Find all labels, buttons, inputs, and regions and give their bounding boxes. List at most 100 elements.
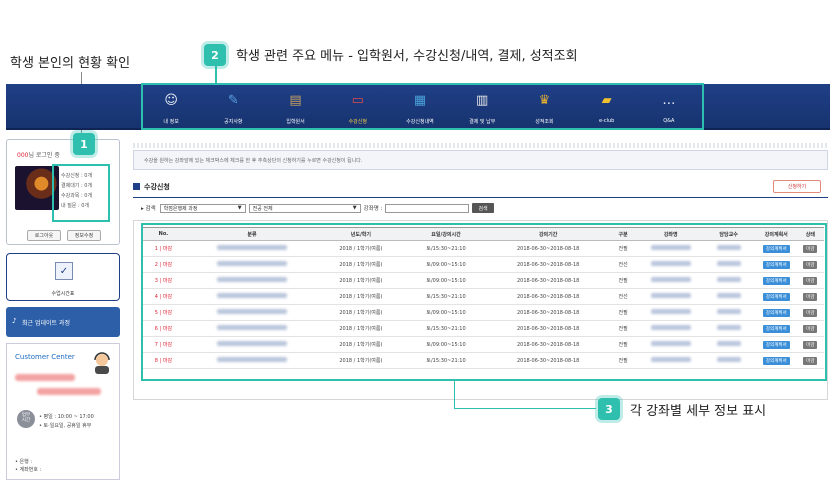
course-name-cell	[640, 288, 702, 305]
syllabus-cell: 강의계획서	[755, 240, 797, 257]
status-cell: 마감	[796, 256, 824, 273]
annotation-left-label: 학생 본인의 현황 확인	[10, 56, 131, 71]
nav-item-label: 공지사항	[224, 119, 243, 125]
schedule-cell: 토/15:30~21:10	[401, 352, 491, 369]
badge-1: 1	[73, 133, 95, 155]
term-cell: 2018 / 1학기(여름)	[320, 336, 402, 353]
notice-bar: 수강을 원하는 강좌앞에 있는 체크박스에 체크를 한 후 추측상단의 신청하기…	[133, 150, 828, 170]
syllabus-button[interactable]: 강의계획서	[762, 292, 790, 301]
account-label: • 계좌번호 :	[15, 467, 42, 473]
table-row: 1 | 마감 2018 / 1학기(여름) 토/15:30~21:10 2018-06…	[143, 240, 824, 257]
column-header: 상태	[796, 227, 824, 241]
syllabus-button[interactable]: 강의계획서	[762, 324, 790, 333]
nav-item-1[interactable]: ✎ 공지사항	[202, 86, 264, 128]
syllabus-cell: 강의계획서	[755, 352, 797, 369]
syllabus-button[interactable]: 강의계획서	[762, 260, 790, 269]
redacted-text	[216, 341, 287, 346]
redacted-text	[650, 261, 691, 266]
user-chat-icon: ☺	[164, 92, 178, 108]
redacted-text	[716, 245, 741, 250]
recent-update-link[interactable]: ♪ 최근 업데이트 과정	[6, 307, 120, 337]
syllabus-button[interactable]: 강의계획서	[762, 308, 790, 317]
notice-icon: ✎	[227, 92, 239, 108]
row-number: 8 | 마감	[143, 352, 184, 369]
nav-item-label: 결제 및 납부	[469, 119, 496, 125]
category-cell	[183, 320, 321, 337]
type-cell: 전필	[606, 336, 641, 353]
syllabus-button[interactable]: 강의계획서	[762, 340, 790, 349]
course-name-input[interactable]	[385, 203, 470, 213]
nav-item-label: 내 정보	[163, 119, 179, 125]
nav-item-4[interactable]: ▦ 수강신청내역	[389, 86, 451, 128]
redacted-text	[716, 309, 741, 314]
nav-item-label: e-club	[598, 118, 615, 124]
calendar-icon: ▥	[476, 92, 489, 108]
category-cell	[183, 240, 321, 257]
schedule-cell: 토/15:30~21:10	[401, 320, 491, 337]
timetable-link[interactable]: ✓ 수업시간표	[6, 253, 120, 301]
course-table: No. 분류 년도/학기 요일/강의시간 강의기간 구분 강좌명 담당교수 강의계획서 상태 1 …	[143, 227, 824, 369]
nav-item-label: 입학원서	[286, 119, 305, 125]
syllabus-button[interactable]: 강의계획서	[762, 244, 790, 253]
term-cell: 2018 / 1학기(여름)	[320, 304, 402, 321]
period-cell: 2018-06-30~2018-08-18	[490, 272, 607, 289]
annotation-bottom-label: 각 강좌별 세부 정보 표시	[630, 404, 767, 419]
schedule-cell: 토/09:00~15:10	[401, 256, 491, 273]
nav-item-6[interactable]: ♛ 성적조회	[513, 86, 575, 128]
category-cell	[183, 288, 321, 305]
trophy-icon: ♛	[538, 92, 551, 108]
redacted-text	[716, 325, 741, 330]
syllabus-button[interactable]: 강의계획서	[762, 356, 790, 365]
term-cell: 2018 / 1학기(여름)	[320, 256, 402, 273]
professor-cell	[701, 288, 756, 305]
nav-item-0[interactable]: ☺ 내 정보	[140, 86, 202, 128]
login-status-panel: 000님 로그인 중 수강신청 : 0개 결제대기 : 0개 수강과목 : 0개…	[6, 139, 120, 245]
stat-courses[interactable]: 수강과목 : 0개	[61, 192, 92, 199]
syllabus-cell: 강의계획서	[755, 320, 797, 337]
logout-button[interactable]: 로그아웃	[27, 230, 61, 241]
nav-item-5[interactable]: ▥ 결제 및 납부	[451, 86, 513, 128]
table-row: 2 | 마감 2018 / 1학기(여름) 토/09:00~15:10 2018-06…	[143, 256, 824, 273]
edit-profile-button[interactable]: 정보수정	[67, 230, 101, 241]
annotation-line-2	[215, 66, 217, 86]
category-cell	[183, 336, 321, 353]
column-header: 담당교수	[701, 227, 756, 241]
main-nav-menu: ☺ 내 정보 ✎ 공지사항 ▤ 입학원서 ▭ 수강신청 ▦ 수강신청내역 ▥ 결제 및 납부 ♛ 성적조회…	[140, 86, 700, 128]
row-number: 7 | 마감	[143, 336, 184, 353]
status-badge: 마감	[803, 276, 818, 285]
schedule-cell: 토/15:30~21:10	[401, 240, 491, 257]
professor-cell	[701, 320, 756, 337]
music-note-icon: ♪	[12, 317, 17, 325]
nav-item-2[interactable]: ▤ 입학원서	[264, 86, 326, 128]
customer-center-panel: Customer Center 업무 시간 • 평일 : 10:00 ~ 17:…	[6, 343, 120, 480]
stat-payment-pending[interactable]: 결제대기 : 0개	[61, 182, 92, 189]
phone-number-blurred-2	[37, 388, 101, 395]
nav-item-7[interactable]: ▰ e-club	[576, 86, 638, 128]
status-cell: 마감	[796, 240, 824, 257]
course-name-cell	[640, 320, 702, 337]
avatar	[15, 166, 59, 210]
search-button[interactable]: 검색	[472, 203, 494, 213]
table-row: 6 | 마감 2018 / 1학기(여름) 토/15:30~21:10 2018-06…	[143, 320, 824, 337]
course-name-cell	[640, 304, 702, 321]
timetable-label: 수업시간표	[51, 291, 75, 297]
status-cell: 마감	[796, 336, 824, 353]
divider-stripe	[133, 143, 828, 148]
stat-questions[interactable]: 내 질문 : 0개	[61, 202, 89, 209]
table-row: 5 | 마감 2018 / 1학기(여름) 토/09:00~15:10 2018-06…	[143, 304, 824, 321]
program-select[interactable]: 학점은행제 과정 ▼	[159, 203, 246, 213]
history-icon: ▦	[413, 92, 427, 108]
nav-item-label: 수강신청내역	[406, 119, 434, 125]
type-cell: 전선	[606, 256, 641, 273]
nav-item-3[interactable]: ▭ 수강신청	[327, 86, 389, 128]
schedule-cell: 토/09:00~15:10	[401, 272, 491, 289]
redacted-text	[216, 309, 287, 314]
table-row: 4 | 마감 2018 / 1학기(여름) 토/15:30~21:10 2018-06…	[143, 288, 824, 305]
syllabus-button[interactable]: 강의계획서	[762, 276, 790, 285]
major-select[interactable]: 전공 전체 ▼	[248, 203, 361, 213]
nav-item-8[interactable]: … Q&A	[638, 86, 700, 128]
status-badge: 마감	[803, 324, 818, 333]
apply-button[interactable]: 신청하기	[773, 180, 821, 193]
redacted-text	[716, 261, 741, 266]
stat-enroll[interactable]: 수강신청 : 0개	[61, 172, 92, 179]
